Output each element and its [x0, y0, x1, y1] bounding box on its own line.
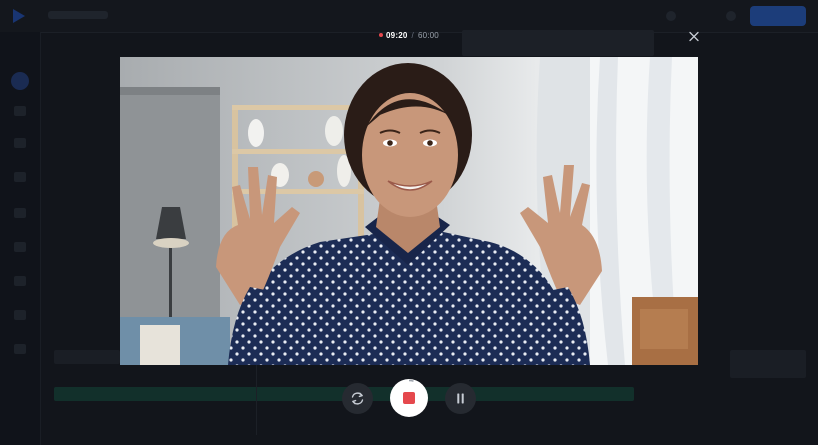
app-primary-button — [750, 6, 806, 26]
app-topbar-icon — [726, 11, 736, 21]
sidebar-icon — [14, 172, 26, 182]
restart-button[interactable] — [342, 383, 373, 414]
app-block-placeholder — [54, 350, 120, 364]
pause-icon — [457, 393, 464, 404]
app-topbar-icon — [666, 11, 676, 21]
restart-icon — [351, 392, 364, 405]
sidebar-icon — [14, 276, 26, 286]
elapsed-time: 09:20 — [386, 31, 408, 40]
webcam-feed-image — [120, 57, 698, 365]
app-title-placeholder — [48, 11, 108, 19]
app-divider — [256, 365, 257, 435]
sidebar-active-item — [11, 72, 29, 90]
sidebar-icon — [14, 344, 26, 354]
sidebar-icon — [14, 106, 26, 116]
close-button[interactable] — [685, 29, 703, 45]
time-limit: 60:00 — [417, 31, 439, 40]
sidebar-icon — [14, 138, 26, 148]
stop-recording-button[interactable] — [390, 379, 428, 417]
sidebar-icon — [14, 242, 26, 252]
time-separator: / — [411, 31, 414, 40]
stop-recording-icon — [403, 392, 415, 404]
pause-button[interactable] — [445, 383, 476, 414]
camera-preview — [120, 57, 698, 365]
sidebar-icon — [14, 208, 26, 218]
app-block-placeholder — [730, 350, 806, 378]
sidebar-icon — [14, 310, 26, 320]
app-logo-icon — [13, 9, 25, 23]
close-icon — [689, 31, 699, 42]
app-sidebar — [0, 32, 41, 445]
recording-indicator-icon — [379, 32, 384, 37]
